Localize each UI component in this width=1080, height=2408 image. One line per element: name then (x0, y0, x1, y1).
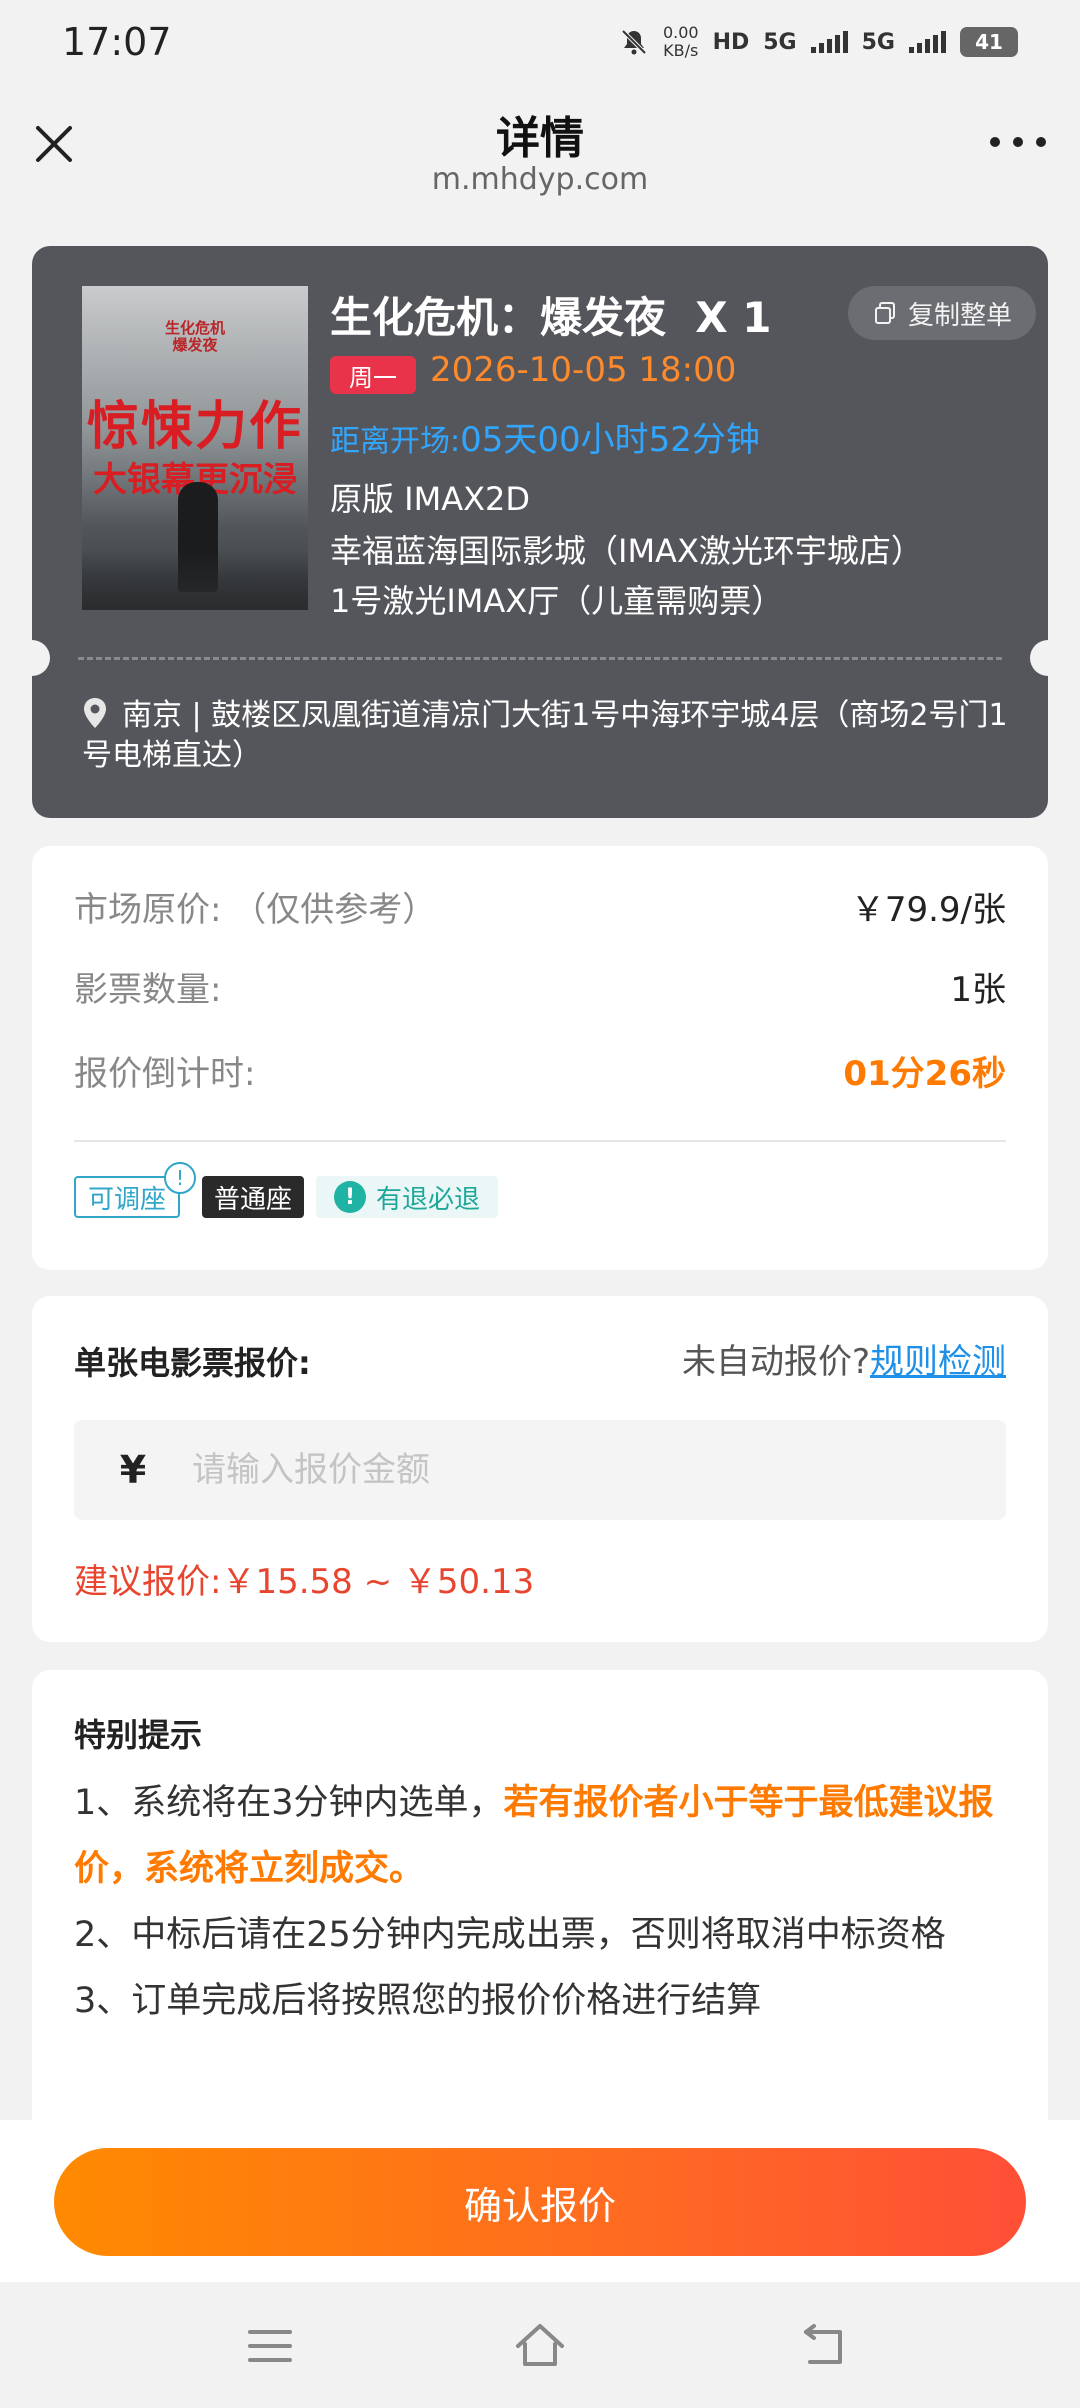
quote-countdown-row: 报价倒计时: 01分26秒 (74, 1046, 1006, 1095)
refund-label: 有退必退 (376, 1184, 481, 1215)
currency-symbol: ¥ (119, 1448, 147, 1492)
tip-item-1-text: 1、系统将在3分钟内选单， (74, 1783, 504, 1823)
market-price-label: 市场原价: （仅供参考） (74, 890, 437, 930)
refund-tag: ! 有退必退 (316, 1176, 499, 1218)
signal-icon (810, 31, 848, 53)
auto-quote-question: 未自动报价?规则检测 (682, 1334, 1006, 1383)
confirm-quote-button[interactable]: 确认报价 (54, 2148, 1026, 2256)
net-speed-value: 0.00 (662, 23, 699, 42)
nav-bar: 详情 m.mhdyp.com (0, 84, 1080, 216)
auto-quote-text: 未自动报价? (681, 1342, 870, 1382)
menu-icon[interactable] (242, 2318, 298, 2374)
ticket-divider (78, 657, 1002, 660)
net-speed: 0.00 KB/s (663, 24, 699, 60)
seat-tags: 可调座 ! 普通座 ! 有退必退 (74, 1162, 499, 1218)
page-url: m.mhdyp.com (431, 162, 649, 197)
info-divider (74, 1140, 1006, 1142)
quote-card: 单张电影票报价: 未自动报价?规则检测 ¥ 建议报价:￥15.58 ~ ￥50.… (32, 1296, 1048, 1642)
status-icons: 0.00 KB/s HD 5G 5G 41 (619, 24, 1018, 60)
special-tips-card: 特别提示 1、系统将在3分钟内选单，若有报价者小于等于最低建议报价，系统将立刻成… (32, 1670, 1048, 2130)
movie-poster: 生化危机 爆发夜 惊悚力作 大银幕更沉浸 (82, 286, 308, 610)
market-price-value: ￥79.9/张 (850, 890, 1006, 930)
normal-seat-tag: 普通座 (202, 1176, 305, 1218)
mute-bell-icon (621, 29, 647, 55)
page-title: 详情 (496, 113, 584, 164)
quote-countdown-value: 01分26秒 (843, 1054, 1006, 1094)
quote-countdown-label: 报价倒计时: (74, 1054, 256, 1094)
suggested-price: 建议报价:￥15.58 ~ ￥50.13 (74, 1562, 535, 1602)
adjustable-seat-tag[interactable]: 可调座 ! (74, 1162, 197, 1218)
address-text: 南京 | 鼓楼区凤凰街道清凉门大街1号中海环宇城4层（商场2号门1号电梯直达） (82, 698, 1008, 773)
market-price-row: 市场原价: （仅供参考） ￥79.9/张 (74, 882, 1006, 931)
status-time: 17:07 (62, 20, 172, 64)
poster-ground (82, 550, 308, 610)
back-icon[interactable] (796, 2318, 852, 2374)
order-info-card: 市场原价: （仅供参考） ￥79.9/张 影票数量: 1张 报价倒计时: 01分… (32, 846, 1048, 1270)
tips-body: 1、系统将在3分钟内选单，若有报价者小于等于最低建议报价，系统将立刻成交。 2、… (74, 1770, 1014, 2034)
sim1-label: 5G (763, 29, 797, 55)
more-icon[interactable] (990, 134, 1046, 150)
copy-order-button[interactable]: 复制整单 (848, 286, 1036, 340)
info-icon[interactable]: ! (164, 1162, 197, 1194)
price-input[interactable] (192, 1420, 1006, 1520)
bottom-action-bar: 确认报价 (0, 2120, 1080, 2282)
copy-order-label: 复制整单 (907, 300, 1012, 331)
poster-top-text: 生化危机 爆发夜 (164, 319, 225, 354)
tip-item-2: 2、中标后请在25分钟内完成出票，否则将取消中标资格 (74, 1915, 946, 1955)
price-input-box: ¥ (74, 1420, 1006, 1520)
ticket-count-value: 1张 (950, 970, 1006, 1010)
start-countdown-value: 05天00小时52分钟 (460, 420, 760, 460)
cinema-address: 南京 | 鼓楼区凤凰街道清凉门大街1号中海环宇城4层（商场2号门1号电梯直达） (82, 696, 1022, 776)
rule-check-link[interactable]: 规则检测 (870, 1342, 1006, 1382)
cinema-name: 幸福蓝海国际影城（IMAX激光环宇城店） (330, 532, 923, 570)
sim2-label: 5G (861, 29, 895, 55)
quote-label: 单张电影票报价: (74, 1344, 311, 1382)
copy-icon (874, 302, 895, 324)
ticket-count-row: 影票数量: 1张 (74, 962, 1006, 1011)
movie-title: 生化危机：爆发夜 X 1 (330, 293, 772, 342)
system-nav-bar (0, 2282, 1080, 2408)
poster-main-text: 惊悚力作 (86, 397, 303, 457)
start-countdown: 距离开场:05天00小时52分钟 (330, 412, 760, 461)
ticket-notch-left (32, 640, 50, 676)
start-countdown-label: 距离开场: (330, 424, 461, 459)
movie-edition: 原版 IMAX2D (330, 480, 531, 518)
ticket-notch-right (1030, 640, 1048, 676)
ticket-count-label: 影票数量: (74, 970, 222, 1010)
hall-name: 1号激光IMAX厅（儿童需购票） (330, 582, 784, 620)
hd-badge: HD (712, 29, 750, 55)
signal-icon (909, 31, 946, 53)
adjustable-seat-label: 可调座 (88, 1184, 167, 1215)
net-speed-unit: KB/s (663, 41, 699, 60)
ticket-card: 生化危机 爆发夜 惊悚力作 大银幕更沉浸 复制整单 生化危机：爆发夜 X 1 周… (32, 246, 1048, 818)
home-icon[interactable] (512, 2318, 568, 2374)
tip-item-3: 3、订单完成后将按照您的报价价格进行结算 (74, 1981, 762, 2021)
showtime: 2026-10-05 18:00 (430, 350, 737, 390)
status-bar: 17:07 0.00 KB/s HD 5G 5G 41 (0, 0, 1080, 84)
battery-icon: 41 (960, 27, 1018, 57)
weekday-badge: 周一 (330, 356, 416, 394)
refund-icon: ! (334, 1181, 367, 1213)
tips-title: 特别提示 (74, 1716, 203, 1754)
location-pin-icon (84, 698, 106, 728)
tip-item-1: 1、系统将在3分钟内选单，若有报价者小于等于最低建议报价，系统将立刻成交。 (74, 1770, 1014, 1902)
